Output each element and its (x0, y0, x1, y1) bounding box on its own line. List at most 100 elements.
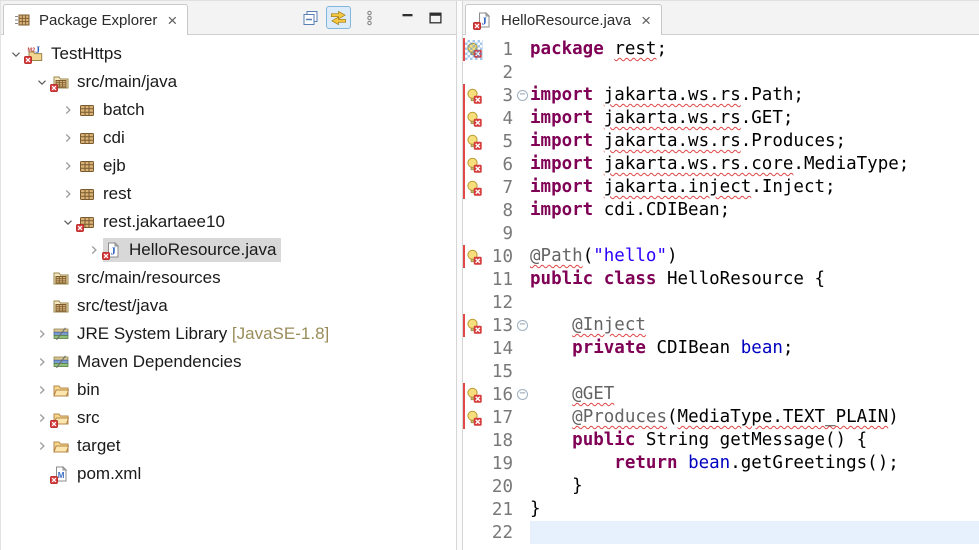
code-line-21[interactable]: 21} (463, 498, 979, 521)
code-line-4[interactable]: 4import jakarta.ws.rs.GET; (463, 107, 979, 130)
pane-splitter[interactable] (456, 1, 463, 550)
code-line-text: import jakarta.inject.Inject; (530, 176, 979, 199)
minimize-button[interactable] (395, 6, 420, 29)
code-line-text: @Inject (530, 314, 979, 337)
tree-item-target[interactable]: target (1, 432, 456, 460)
code-line-19[interactable]: 19 return bean.getGreetings(); (463, 452, 979, 475)
chevron-right-icon[interactable] (59, 102, 77, 118)
code-line-7[interactable]: 7import jakarta.inject.Inject; (463, 176, 979, 199)
tree-item-maven-dependencies[interactable]: Maven Dependencies (1, 348, 456, 376)
chevron-right-icon[interactable] (59, 186, 77, 202)
line-number: 21 (484, 500, 515, 520)
error-marker-icon[interactable] (465, 85, 484, 107)
fold-collapse-icon[interactable]: − (515, 320, 530, 331)
code-line-11[interactable]: 11public class HelloResource { (463, 268, 979, 291)
code-line-16[interactable]: 16− @GET (463, 383, 979, 406)
line-number: 13 (484, 316, 515, 336)
chevron-right-icon[interactable] (33, 410, 51, 426)
folder-icon (53, 438, 70, 454)
tab-helloresource-java[interactable]: J HelloResource.java × (465, 4, 662, 35)
tree-item-jre-system-library[interactable]: JRE System Library [JavaSE-1.8] (1, 320, 456, 348)
tree-item-bin[interactable]: bin (1, 376, 456, 404)
chevron-right-icon[interactable] (33, 382, 51, 398)
code-line-10[interactable]: 10@Path("hello") (463, 245, 979, 268)
annotation-ruler-cell (465, 430, 484, 452)
chevron-right-icon[interactable] (33, 354, 51, 370)
chevron-right-icon[interactable] (33, 326, 51, 342)
collapse-all-button[interactable] (298, 6, 323, 29)
chevron-right-icon[interactable] (59, 158, 77, 174)
error-marker-icon[interactable] (465, 384, 484, 406)
tree-item-content: rest (77, 182, 136, 206)
tab-package-explorer[interactable]: Package Explorer × (3, 4, 188, 35)
line-number: 20 (484, 477, 515, 497)
chevron-right-icon[interactable] (33, 438, 51, 454)
error-marker-icon[interactable] (465, 154, 484, 176)
line-number: 19 (484, 454, 515, 474)
error-marker-icon[interactable] (465, 131, 484, 153)
error-marker-icon[interactable] (465, 407, 484, 429)
chevron-down-icon[interactable] (7, 46, 25, 62)
tree-item-src-main-java[interactable]: src/main/java (1, 68, 456, 96)
tree-item-rest-jakartaee10[interactable]: rest.jakartaee10 (1, 208, 456, 236)
tree-item-batch[interactable]: batch (1, 96, 456, 124)
tree-item-cdi[interactable]: cdi (1, 124, 456, 152)
error-marker-icon[interactable] (465, 177, 484, 199)
close-icon[interactable]: × (167, 12, 177, 29)
code-line-17[interactable]: 17 @Produces(MediaType.TEXT_PLAIN) (463, 406, 979, 429)
code-line-9[interactable]: 9 (463, 222, 979, 245)
line-number: 12 (484, 293, 515, 313)
code-line-text: @Path("hello") (530, 245, 979, 268)
error-marker-icon[interactable] (465, 39, 484, 61)
code-line-text: import cdi.CDIBean; (530, 199, 979, 222)
code-line-3[interactable]: 3−import jakarta.ws.rs.Path; (463, 84, 979, 107)
tree-item-content: batch (77, 98, 150, 122)
maximize-button[interactable] (423, 6, 448, 29)
folder-icon (53, 382, 70, 398)
code-line-5[interactable]: 5import jakarta.ws.rs.Produces; (463, 130, 979, 153)
link-with-editor-button[interactable] (326, 6, 351, 29)
folder-icon (53, 410, 70, 426)
package-icon (79, 214, 96, 230)
code-line-14[interactable]: 14 private CDIBean bean; (463, 337, 979, 360)
code-line-15[interactable]: 15 (463, 360, 979, 383)
chevron-right-icon[interactable] (85, 242, 103, 258)
tree-item-helloresource-java[interactable]: JHelloResource.java (1, 236, 456, 264)
tree-item-rest[interactable]: rest (1, 180, 456, 208)
code-line-12[interactable]: 12 (463, 291, 979, 314)
view-menu-button[interactable] (357, 6, 382, 29)
tree-item-label: target (77, 436, 120, 456)
code-line-8[interactable]: 8import cdi.CDIBean; (463, 199, 979, 222)
code-line-2[interactable]: 2 (463, 61, 979, 84)
code-line-20[interactable]: 20 } (463, 475, 979, 498)
maven-project-icon: M2J (27, 46, 44, 62)
code-line-13[interactable]: 13− @Inject (463, 314, 979, 337)
error-marker-icon[interactable] (465, 108, 484, 130)
chevron-down-icon[interactable] (59, 214, 77, 230)
tree-item-content: src/main/resources (51, 266, 226, 290)
link-with-editor-icon (330, 10, 347, 26)
tree-item-pom-xml[interactable]: Mpom.xml (1, 460, 456, 488)
tree-item-content: JRE System Library [JavaSE-1.8] (51, 322, 334, 346)
chevron-right-icon[interactable] (59, 130, 77, 146)
close-icon[interactable]: × (641, 12, 651, 29)
package-folder-icon (53, 74, 70, 90)
tree-item-testhttps[interactable]: M2JTestHttps (1, 40, 456, 68)
code-line-22[interactable]: 22 (463, 521, 979, 544)
fold-collapse-icon[interactable]: − (515, 389, 530, 400)
chevron-down-icon[interactable] (33, 74, 51, 90)
package-explorer-view: Package Explorer × M2JTestHttpssrc/main/… (0, 1, 456, 550)
tree-item-src[interactable]: src (1, 404, 456, 432)
code-line-18[interactable]: 18 public String getMessage() { (463, 429, 979, 452)
code-line-text: import jakarta.ws.rs.core.MediaType; (530, 153, 979, 176)
tree-item-src-test-java[interactable]: src/test/java (1, 292, 456, 320)
code-line-6[interactable]: 6import jakarta.ws.rs.core.MediaType; (463, 153, 979, 176)
error-marker-icon[interactable] (465, 315, 484, 337)
code-line-1[interactable]: 1package rest; (463, 38, 979, 61)
tree-item-src-main-resources[interactable]: src/main/resources (1, 264, 456, 292)
code-area[interactable]: 1package rest;23−import jakarta.ws.rs.Pa… (463, 35, 979, 550)
line-number: 4 (484, 109, 515, 129)
fold-collapse-icon[interactable]: − (515, 90, 530, 101)
tree-item-ejb[interactable]: ejb (1, 152, 456, 180)
error-marker-icon[interactable] (465, 246, 484, 268)
